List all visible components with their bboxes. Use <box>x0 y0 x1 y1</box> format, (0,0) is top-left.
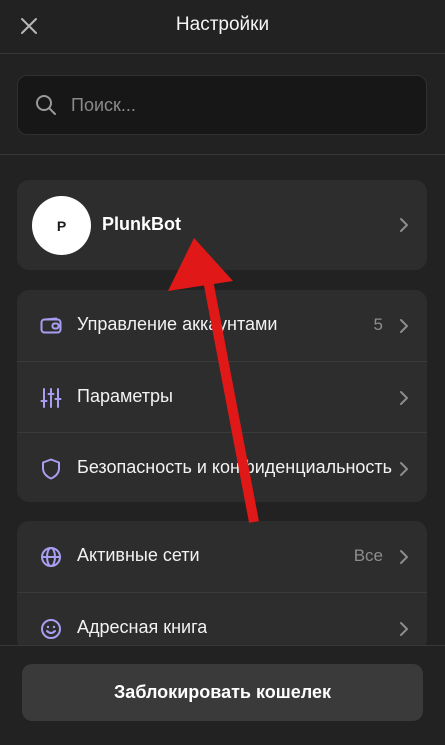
settings-group-account: Управление аккаунтами 5 Параметры Безопа… <box>17 290 427 502</box>
chevron-right-icon <box>400 319 408 333</box>
chevron-right-icon <box>400 622 408 636</box>
profile-card[interactable]: P PlunkBot <box>17 180 427 270</box>
search-icon <box>36 95 56 115</box>
menu-item-manage-accounts[interactable]: Управление аккаунтами 5 <box>17 290 427 361</box>
menu-item-address-book[interactable]: Адресная книга <box>17 592 427 651</box>
page-title: Настройки <box>175 14 270 35</box>
menu-item-label: Адресная книга <box>77 617 208 637</box>
menu-item-label: Активные сети <box>77 545 200 565</box>
settings-screen: Настройки P PlunkBot Управлен <box>0 0 445 745</box>
chevron-right-icon <box>400 462 408 476</box>
sliders-icon <box>39 386 63 410</box>
shield-icon <box>39 457 63 481</box>
avatar: P <box>32 196 91 255</box>
settings-group-network: Активные сети Все Адресная книга <box>17 521 427 651</box>
profile-name: PlunkBot <box>102 214 181 234</box>
search-section <box>0 55 445 155</box>
chevron-right-icon <box>400 550 408 564</box>
menu-item-label: Параметры <box>77 386 173 406</box>
chevron-right-icon <box>400 391 408 405</box>
accounts-count-badge: 5 <box>373 315 383 334</box>
smiley-icon <box>39 617 63 641</box>
footer: Заблокировать кошелек <box>0 645 445 745</box>
menu-item-parameters[interactable]: Параметры <box>17 361 427 432</box>
chevron-right-icon <box>400 218 408 232</box>
lock-wallet-button[interactable]: Заблокировать кошелек <box>22 664 423 721</box>
networks-selection-value: Все <box>353 546 383 565</box>
menu-item-security-privacy[interactable]: Безопасность и конфиденциальность <box>17 432 427 502</box>
globe-icon <box>39 545 63 569</box>
search-box[interactable] <box>17 75 427 135</box>
menu-item-label: Безопасность и конфиденциальность <box>77 457 393 477</box>
header: Настройки <box>0 0 445 54</box>
wallet-icon <box>39 314 63 338</box>
search-input[interactable] <box>71 90 401 120</box>
menu-item-active-networks[interactable]: Активные сети Все <box>17 521 427 592</box>
menu-item-label: Управление аккаунтами <box>77 314 278 334</box>
